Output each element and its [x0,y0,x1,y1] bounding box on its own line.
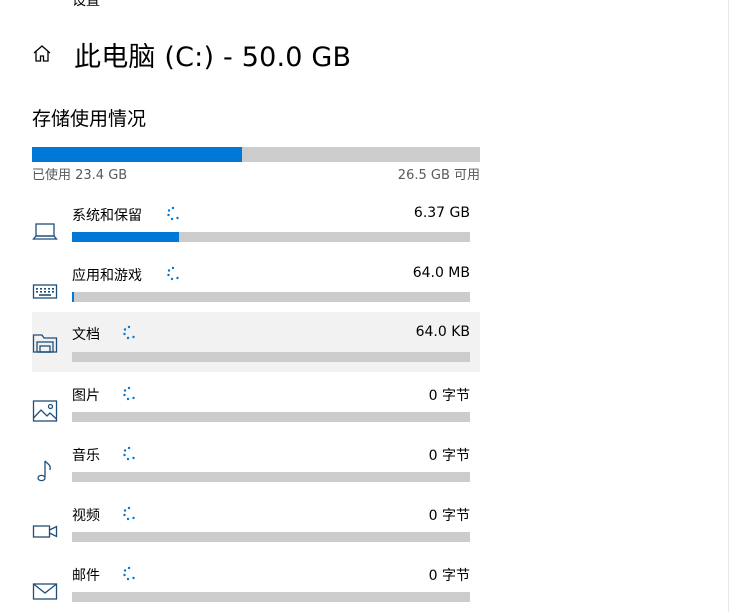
category-label: 文档 [72,327,100,343]
right-divider [728,0,729,612]
overall-usage-bar [32,147,480,162]
used-space-label: 已使用 23.4 GB [32,168,128,183]
category-row-mail[interactable]: 邮件 0 字节 [32,560,480,612]
picture-icon [32,400,58,422]
category-label: 图片 [72,388,100,404]
loading-spinner-icon [123,566,135,581]
loading-spinner-icon [123,325,135,340]
keyboard-icon [32,284,58,299]
mail-icon [32,583,58,600]
free-space-label: 26.5 GB 可用 [397,168,480,183]
category-size: 0 字节 [428,388,470,404]
category-size: 0 字节 [428,448,470,464]
category-row-pictures[interactable]: 图片 0 字节 [32,380,480,440]
category-usage-fill [72,292,74,302]
storage-settings-page: 设置 此电脑 (C:) - 50.0 GB 存储使用情况 已使用 23.4 GB… [0,0,742,612]
category-row-music[interactable]: 音乐 0 字节 [32,440,480,500]
loading-spinner-icon [123,446,135,461]
category-usage-bar [72,592,470,602]
loading-spinner-icon [167,266,179,281]
category-size: 0 字节 [428,568,470,584]
window-title: 设置 [72,0,100,9]
category-row-system[interactable]: 系统和保留 6.37 GB [32,200,480,260]
category-size: 64.0 KB [415,324,470,340]
category-usage-bar [72,472,470,482]
category-label: 系统和保留 [72,208,142,224]
home-icon[interactable] [32,44,52,64]
page-header: 此电脑 (C:) - 50.0 GB [32,34,351,74]
laptop-icon [32,223,58,240]
category-row-apps[interactable]: 应用和游戏 64.0 MB [32,260,480,320]
category-size: 0 字节 [428,508,470,524]
category-row-documents[interactable]: 文档 64.0 KB [32,312,480,372]
loading-spinner-icon [123,506,135,521]
overall-usage-fill [32,147,242,162]
page-title: 此电脑 (C:) - 50.0 GB [74,41,352,73]
category-label: 应用和游戏 [72,268,142,284]
category-usage-bar [72,232,470,242]
category-label: 视频 [72,508,100,524]
category-usage-bar [72,292,470,302]
loading-spinner-icon [167,206,179,221]
loading-spinner-icon [123,386,135,401]
music-note-icon [37,460,51,482]
category-label: 邮件 [72,568,100,584]
category-row-videos[interactable]: 视频 0 字节 [32,500,480,560]
category-usage-bar [72,532,470,542]
category-size: 6.37 GB [413,205,470,221]
category-usage-fill [72,232,180,242]
category-size: 64.0 MB [412,265,470,281]
category-usage-bar [72,352,470,362]
folder-icon [32,334,58,353]
category-usage-bar [72,412,470,422]
storage-usage-heading: 存储使用情况 [32,108,147,130]
video-camera-icon [32,525,58,538]
category-label: 音乐 [72,448,100,464]
